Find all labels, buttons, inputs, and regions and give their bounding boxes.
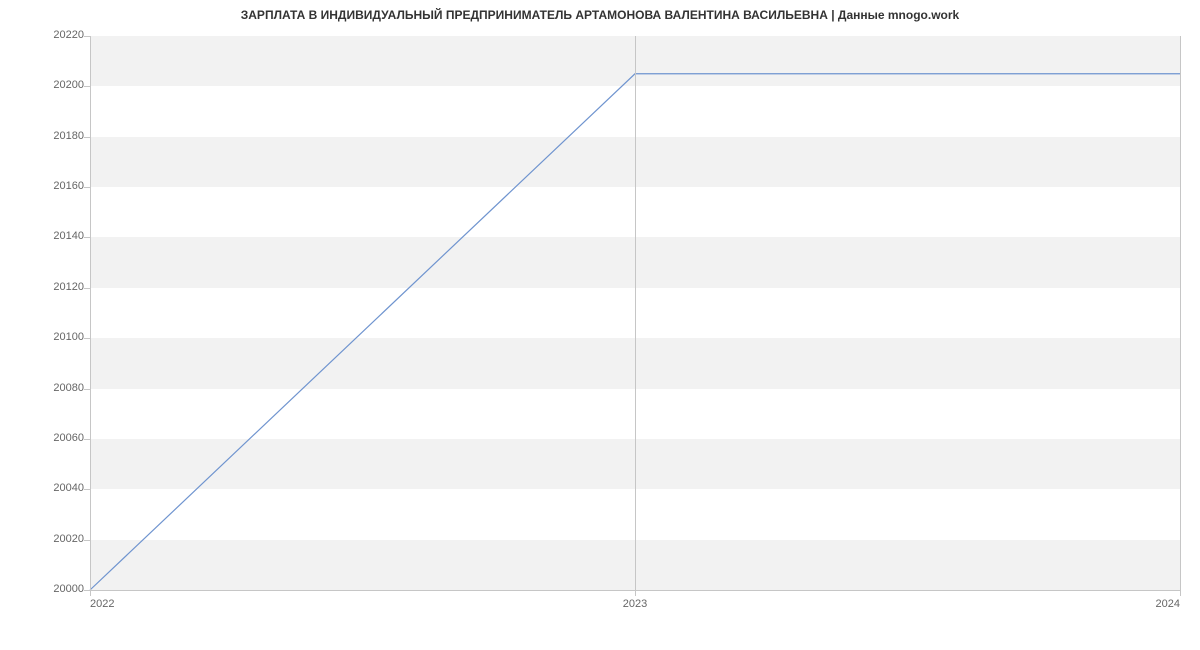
plot-area	[90, 36, 1180, 590]
y-tick-label: 20120	[4, 281, 84, 293]
y-tick-mark	[84, 489, 90, 490]
y-axis-line	[90, 36, 91, 590]
y-tick-label: 20200	[4, 79, 84, 91]
y-tick-mark	[84, 137, 90, 138]
y-tick-mark	[84, 338, 90, 339]
x-tick-mark	[1180, 590, 1181, 596]
y-tick-mark	[84, 288, 90, 289]
y-tick-label: 20060	[4, 432, 84, 444]
y-tick-label: 20220	[4, 29, 84, 41]
chart-title: ЗАРПЛАТА В ИНДИВИДУАЛЬНЫЙ ПРЕДПРИНИМАТЕЛ…	[0, 8, 1200, 22]
y-tick-mark	[84, 187, 90, 188]
y-tick-label: 20000	[4, 583, 84, 595]
y-tick-mark	[84, 389, 90, 390]
y-tick-label: 20040	[4, 482, 84, 494]
y-tick-label: 20180	[4, 130, 84, 142]
y-tick-label: 20140	[4, 230, 84, 242]
y-tick-mark	[84, 237, 90, 238]
y-tick-mark	[84, 540, 90, 541]
y-tick-mark	[84, 86, 90, 87]
y-tick-label: 20020	[4, 533, 84, 545]
y-tick-label: 20080	[4, 382, 84, 394]
x-tick-label: 2022	[90, 598, 114, 610]
x-gridline	[1180, 36, 1181, 590]
y-tick-mark	[84, 36, 90, 37]
x-tick-mark	[635, 590, 636, 596]
chart-container: ЗАРПЛАТА В ИНДИВИДУАЛЬНЫЙ ПРЕДПРИНИМАТЕЛ…	[0, 0, 1200, 650]
x-gridline	[635, 36, 636, 590]
y-tick-label: 20160	[4, 180, 84, 192]
x-tick-mark	[90, 590, 91, 596]
y-tick-mark	[84, 439, 90, 440]
x-tick-label: 2024	[1156, 598, 1180, 610]
x-tick-label: 2023	[623, 598, 647, 610]
y-tick-label: 20100	[4, 331, 84, 343]
